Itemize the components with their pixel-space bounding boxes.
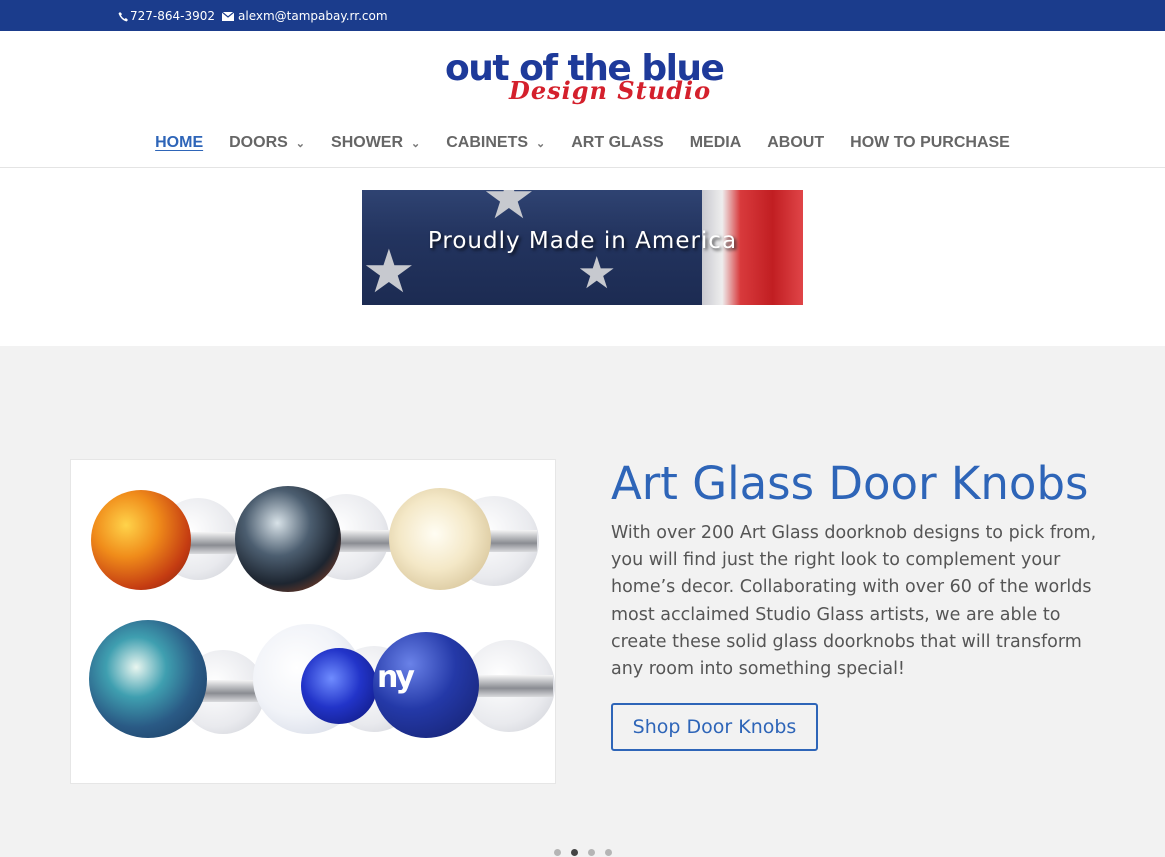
hero-slider: ny Art Glass Door Knobs With over 200 Ar…	[0, 346, 1165, 857]
slide-description: With over 200 Art Glass doorknob designs…	[611, 523, 1097, 680]
nav-divider	[0, 167, 1165, 168]
nav-item-doors[interactable]: DOORS ⌄	[229, 131, 305, 167]
nav-item-label: CABINETS	[446, 134, 529, 151]
slider-dot-4[interactable]	[605, 849, 612, 856]
star-icon: ★	[482, 190, 536, 233]
nav-item-label: MEDIA	[689, 134, 742, 151]
phone-icon	[118, 11, 128, 21]
slide-title: Art Glass Door Knobs	[611, 457, 1089, 510]
banner-title: Proudly Made in America	[427, 228, 738, 254]
phone-number: 727-864-3902	[130, 9, 216, 23]
nav-item-media[interactable]: MEDIA	[690, 131, 742, 167]
logo-line-2: Design Studio	[509, 76, 712, 105]
nav-item-label: DOORS	[229, 134, 288, 151]
email-address: alexm@tampabay.rr.com	[238, 9, 388, 23]
top-bar: 727-864-3902 alexm@tampabay.rr.com	[0, 0, 1165, 31]
nav-item-label: ABOUT	[767, 134, 825, 151]
nav-item-shower[interactable]: SHOWER ⌄	[331, 131, 420, 167]
nav-item-label: ART GLASS	[571, 134, 664, 151]
nav-item-cabinets[interactable]: CABINETS ⌄	[446, 131, 545, 167]
chevron-down-icon: ⌄	[536, 138, 546, 150]
slider-dot-1[interactable]	[554, 849, 561, 856]
envelope-icon	[222, 11, 234, 21]
blue-bubble-knob	[301, 648, 377, 724]
slider-dot-3[interactable]	[588, 849, 595, 856]
floral-knob	[89, 620, 207, 738]
slider-pagination	[554, 849, 612, 856]
nav-item-home[interactable]: HOME	[155, 131, 203, 167]
door-knobs-image: ny	[70, 459, 556, 784]
cream-knob	[389, 488, 491, 590]
ny-logo-text: ny	[377, 660, 415, 695]
shop-door-knobs-button[interactable]: Shop Door Knobs	[611, 703, 818, 751]
chevron-down-icon: ⌄	[295, 138, 306, 150]
dichroic-knob	[235, 486, 341, 592]
main-nav: HOME DOORS ⌄ SHOWER ⌄ CABINETS ⌄ ART GLA…	[0, 131, 1165, 167]
slider-dot-2[interactable]	[571, 849, 578, 856]
nav-item-label: HOW TO PURCHASE	[850, 134, 1010, 151]
nav-item-label: SHOWER	[331, 134, 404, 151]
chevron-down-icon: ⌄	[411, 138, 421, 150]
millefiori-knob	[91, 490, 191, 590]
star-icon: ★	[577, 248, 617, 299]
nav-item-how-to-purchase[interactable]: HOW TO PURCHASE	[850, 131, 1010, 167]
nav-item-about[interactable]: ABOUT	[767, 131, 824, 167]
email-link[interactable]: alexm@tampabay.rr.com	[222, 9, 388, 23]
nav-item-art-glass[interactable]: ART GLASS	[571, 131, 663, 167]
made-in-america-banner: ★ ★ ★ Proudly Made in America	[362, 190, 803, 305]
phone-link[interactable]: 727-864-3902	[118, 9, 215, 23]
site-logo[interactable]: out of the blue Design Studio	[445, 48, 725, 110]
nav-item-label: HOME	[155, 134, 204, 151]
